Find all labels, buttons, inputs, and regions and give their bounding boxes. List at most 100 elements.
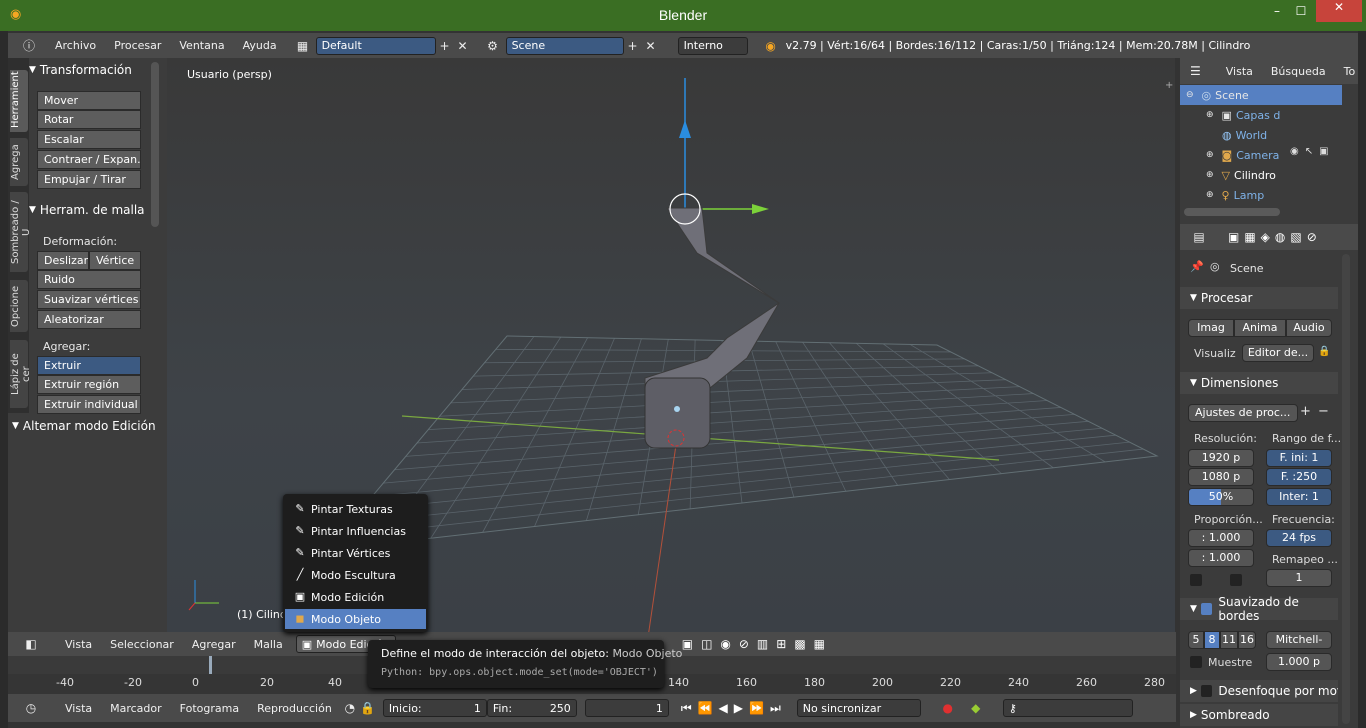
keying-set-field[interactable]: ⚷ bbox=[1002, 699, 1133, 717]
vertice-button[interactable]: Vértice bbox=[89, 251, 141, 270]
outliner-row-capas[interactable]: ⊕ ▣ Capas d bbox=[1180, 105, 1342, 125]
properties-scrollbar[interactable] bbox=[1342, 254, 1350, 724]
deslizar-button[interactable]: Deslizar bbox=[37, 251, 89, 270]
outliner-editor-icon[interactable]: ☰ bbox=[1190, 62, 1201, 80]
restrict-icons[interactable]: ◉↖▣ bbox=[1290, 146, 1335, 157]
lock-range-icon[interactable]: 🔒 bbox=[359, 699, 377, 717]
outliner-vista[interactable]: Vista bbox=[1217, 65, 1262, 78]
outliner-row-world[interactable]: ◍ World bbox=[1180, 125, 1342, 145]
rotar-button[interactable]: Rotar bbox=[37, 110, 141, 129]
tab-herramientas[interactable]: Herramient bbox=[10, 70, 28, 132]
tl-menu-fotograma[interactable]: Fotograma bbox=[171, 702, 248, 715]
tab-sombreado[interactable]: Sombreado / U bbox=[10, 192, 32, 272]
tab-agregar[interactable]: Agrega bbox=[10, 138, 28, 186]
current-frame-marker[interactable] bbox=[209, 656, 212, 674]
desenfoque-panel-header[interactable]: ▶ Desenfoque por mov bbox=[1180, 680, 1338, 702]
remove-preset-icon[interactable]: − bbox=[1318, 404, 1329, 419]
contraer-button[interactable]: Contraer / Expan... bbox=[37, 150, 141, 169]
frame-step-field[interactable]: Inter: 1 bbox=[1266, 488, 1332, 506]
add-scene-icon[interactable]: + bbox=[624, 37, 642, 55]
scene-selector-icon[interactable]: ⚙ bbox=[484, 37, 502, 55]
info-editor-icon[interactable]: ⓘ bbox=[20, 37, 38, 55]
fps-select[interactable]: 24 fps bbox=[1266, 529, 1332, 547]
view3d-editor-icon[interactable]: ◧ bbox=[22, 635, 40, 653]
filter-select[interactable]: Mitchell- bbox=[1266, 631, 1332, 649]
menu-ayuda[interactable]: Ayuda bbox=[234, 39, 286, 52]
expand-icon[interactable]: ⊕ bbox=[1206, 170, 1214, 180]
outliner-row-scene[interactable]: ⊖ ◎ Scene bbox=[1180, 85, 1342, 105]
full-sample-checkbox[interactable] bbox=[1190, 656, 1202, 668]
mover-button[interactable]: Mover bbox=[37, 91, 141, 110]
tl-menu-reproduccion[interactable]: Reproducción bbox=[248, 702, 341, 715]
scene-field[interactable]: Scene bbox=[505, 36, 624, 55]
menu-procesar[interactable]: Procesar bbox=[105, 39, 170, 52]
lock-icon[interactable]: 🔒 bbox=[1318, 346, 1330, 357]
tab-lapiz[interactable]: Lápiz de cer bbox=[10, 340, 32, 408]
context-tabs-icons[interactable]: ▣▦◈◍▧⊘ bbox=[1228, 230, 1322, 244]
remap-field[interactable]: 1 bbox=[1266, 569, 1332, 587]
samples-16[interactable]: 16 bbox=[1238, 631, 1256, 649]
outliner-row-cilindro[interactable]: ⊕ ▽ Cilindro bbox=[1180, 165, 1342, 185]
preview-range-icon[interactable]: ◔ bbox=[341, 699, 359, 717]
add-layout-icon[interactable]: + bbox=[436, 37, 454, 55]
remove-scene-icon[interactable]: ✕ bbox=[642, 37, 660, 55]
sync-select[interactable]: No sincronizar bbox=[796, 699, 921, 717]
record-icon[interactable]: ● bbox=[939, 699, 957, 717]
samples-11[interactable]: 11 bbox=[1220, 631, 1238, 649]
res-pct-slider[interactable]: 50% bbox=[1188, 488, 1254, 506]
outliner-row-lamp[interactable]: ⊕ ♀ Lamp bbox=[1180, 185, 1342, 205]
panel-herram-malla-header[interactable]: ▼ Herram. de malla bbox=[29, 199, 149, 221]
expand-icon[interactable]: ⊕ bbox=[1206, 110, 1214, 120]
tab-opciones[interactable]: Opcione bbox=[10, 280, 28, 332]
tl-menu-marcador[interactable]: Marcador bbox=[101, 702, 171, 715]
frame-start-field[interactable]: F. ini: 1 bbox=[1266, 449, 1332, 467]
outliner-busqueda[interactable]: Búsqueda bbox=[1262, 65, 1335, 78]
outliner-scrollbar[interactable] bbox=[1184, 208, 1280, 216]
close-button[interactable]: ✕ bbox=[1316, 0, 1362, 22]
desenfoque-checkbox[interactable] bbox=[1200, 685, 1213, 697]
panel-transformacion-header[interactable]: ▼ Transformación bbox=[29, 59, 149, 81]
keyframe-icon[interactable]: ◆ bbox=[967, 699, 985, 717]
escalar-button[interactable]: Escalar bbox=[37, 130, 141, 149]
playback-controls-icons[interactable]: ⏮⏪◀▶⏩⏭ bbox=[681, 701, 787, 716]
suavizar-button[interactable]: Suavizar vértices bbox=[37, 290, 141, 309]
suavizado-panel-header[interactable]: ▼ Suavizado de bordes bbox=[1180, 595, 1338, 623]
res-y-field[interactable]: 1080 p bbox=[1188, 468, 1254, 486]
popup-item-modo-escultura[interactable]: ╱ Modo Escultura bbox=[285, 565, 426, 585]
render-image-button[interactable]: Imag bbox=[1188, 319, 1234, 337]
timeline-editor-icon[interactable]: ◷ bbox=[22, 699, 40, 717]
aleatorizar-button[interactable]: Aleatorizar bbox=[37, 310, 141, 329]
vp-menu-malla[interactable]: Malla bbox=[245, 638, 292, 651]
expand-icon[interactable]: ⊕ bbox=[1206, 150, 1214, 160]
preset-select[interactable]: Ajustes de proc... bbox=[1188, 404, 1298, 422]
maximize-button[interactable]: ☐ bbox=[1286, 4, 1316, 22]
filter-size-field[interactable]: 1.000 p bbox=[1266, 653, 1332, 671]
viewport-tool-icons[interactable]: ▣◫◉⊘▥⊞▩▦ bbox=[682, 637, 833, 651]
popup-item-modo-objeto[interactable]: ◼ Modo Objeto bbox=[285, 609, 426, 629]
vp-menu-seleccionar[interactable]: Seleccionar bbox=[101, 638, 183, 651]
aspect-x-field[interactable]: : 1.000 bbox=[1188, 529, 1254, 547]
panel-altemar-header[interactable]: ▼ Altemar modo Edición bbox=[12, 415, 162, 437]
samples-5[interactable]: 5 bbox=[1188, 631, 1204, 649]
empujar-button[interactable]: Empujar / Tirar bbox=[37, 170, 141, 189]
tl-menu-vista[interactable]: Vista bbox=[56, 702, 101, 715]
extruir-region-button[interactable]: Extruir región bbox=[37, 375, 141, 394]
res-x-field[interactable]: 1920 p bbox=[1188, 449, 1254, 467]
remove-layout-icon[interactable]: ✕ bbox=[454, 37, 472, 55]
viewport-plus-icon[interactable]: + bbox=[1165, 80, 1173, 91]
vp-menu-vista[interactable]: Vista bbox=[56, 638, 101, 651]
fin-field[interactable]: Fin: 250 bbox=[486, 699, 577, 717]
render-audio-button[interactable]: Audio bbox=[1286, 319, 1332, 337]
extruir-select[interactable]: Extruir bbox=[37, 356, 141, 375]
suavizado-checkbox[interactable] bbox=[1200, 603, 1213, 615]
add-preset-icon[interactable]: + bbox=[1300, 404, 1311, 419]
tool-shelf-scrollbar[interactable] bbox=[151, 62, 159, 227]
render-engine-select[interactable]: Interno bbox=[677, 36, 748, 55]
outliner-todo[interactable]: To bbox=[1335, 65, 1365, 78]
layout-field[interactable]: Default bbox=[315, 36, 436, 55]
inicio-field[interactable]: Inicio: 1 bbox=[382, 699, 487, 717]
menu-archivo[interactable]: Archivo bbox=[46, 39, 105, 52]
crop-checkbox[interactable] bbox=[1230, 574, 1242, 586]
popup-item-modo-edicion[interactable]: ▣ Modo Edición bbox=[285, 587, 426, 607]
menu-ventana[interactable]: Ventana bbox=[170, 39, 233, 52]
